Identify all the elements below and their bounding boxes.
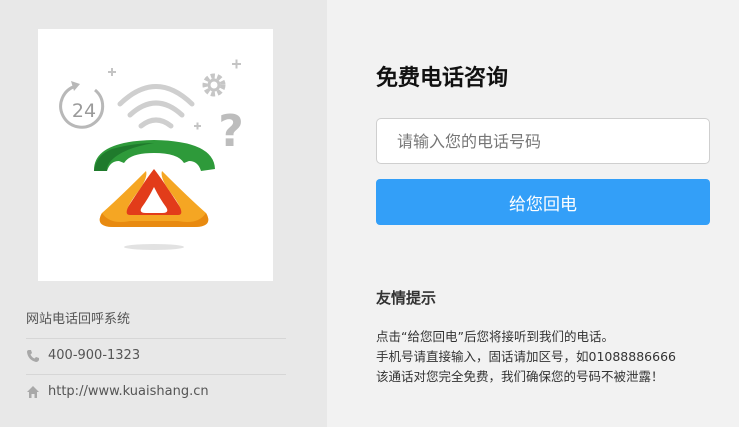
contact-phone-text: 400-900-1323 [48,348,141,363]
phone-icon [27,350,39,362]
tips-line: 手机号请直接输入，固话请加区号，如01088886666 [376,349,676,364]
tips-line: 点击“给您回电”后您将接听到我们的电话。 [376,329,614,344]
left-panel: 24 ? 网站电话回呼系统 400-900-1323 http://www.ku… [0,0,327,427]
svg-text:?: ? [218,106,244,157]
contact-phone-row: 400-900-1323 [26,338,286,375]
logo-box: 24 ? [38,29,273,281]
form-title: 免费电话咨询 [376,66,509,91]
tips-text: 点击“给您回电”后您将接听到我们的电话。 手机号请直接输入，固话请加区号，如01… [376,327,736,387]
call-back-button[interactable]: 给您回电 [376,179,710,225]
phone-callback-24h-icon: 24 ? [59,59,244,250]
home-icon [27,386,39,398]
website-row: http://www.kuaishang.cn [26,374,286,410]
svg-text:24: 24 [72,100,96,122]
phone-number-input[interactable] [376,118,710,164]
tips-title: 友情提示 [376,289,437,307]
system-name: 网站电话回呼系统 [26,310,286,339]
callback-form-panel: 免费电话咨询 给您回电 友情提示 点击“给您回电”后您将接听到我们的电话。 手机… [327,0,739,427]
tips-line: 该通话对您完全免费，我们确保您的号码不被泄露！ [376,369,664,384]
website-link[interactable]: http://www.kuaishang.cn [48,374,209,410]
